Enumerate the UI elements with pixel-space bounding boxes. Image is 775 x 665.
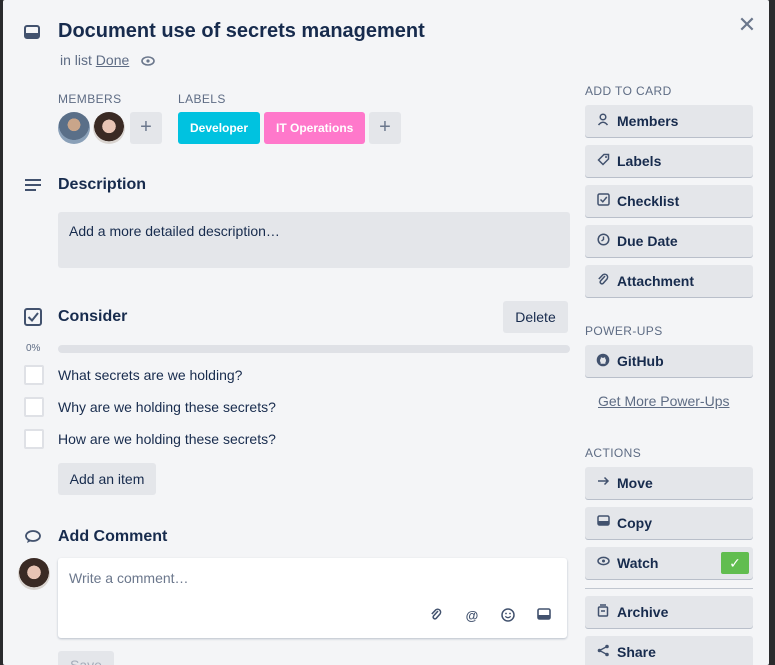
- sidebar-button-label: Checklist: [617, 193, 680, 209]
- checklist-icon: [596, 193, 610, 207]
- sidebar-button-label: Share: [617, 644, 656, 660]
- sidebar-attachment-button[interactable]: Attachment: [585, 265, 753, 297]
- person-icon: [596, 113, 610, 127]
- checklist-progress-percent: 0%: [26, 343, 41, 354]
- checklist-progress-bar: [58, 345, 570, 353]
- tag-icon: [596, 153, 610, 167]
- sidebar-github-button[interactable]: GitHub: [585, 345, 753, 377]
- mention-icon[interactable]: @: [464, 608, 480, 624]
- checklist-item-text[interactable]: Why are we holding these secrets?: [58, 399, 276, 415]
- card-reference-icon[interactable]: [536, 608, 552, 624]
- archive-icon: [596, 604, 610, 618]
- checklist-item-text[interactable]: What secrets are we holding?: [58, 367, 242, 383]
- sidebar-move-button[interactable]: Move: [585, 467, 753, 499]
- avatar[interactable]: [58, 112, 90, 144]
- save-comment-button[interactable]: Save: [58, 651, 114, 665]
- avatar: [18, 558, 50, 590]
- card-title[interactable]: Document use of secrets management: [58, 20, 425, 43]
- eye-icon: [596, 555, 610, 569]
- description-heading: Description: [58, 176, 147, 193]
- checklist-item: How are we holding these secrets?: [24, 429, 564, 451]
- add-member-button[interactable]: +: [130, 112, 162, 144]
- card-icon: [596, 515, 610, 529]
- checklist-item: Why are we holding these secrets?: [24, 397, 564, 419]
- sidebar-button-label: Archive: [617, 604, 669, 620]
- card-detail-modal: ✕ Document use of secrets management in …: [3, 0, 769, 665]
- add-comment-heading: Add Comment: [58, 528, 168, 545]
- sidebar-share-button[interactable]: Share: [585, 636, 753, 665]
- description-icon: [24, 177, 42, 198]
- sidebar-members-button[interactable]: Members: [585, 105, 753, 137]
- attachment-icon[interactable]: [428, 608, 444, 624]
- sidebar-button-label: Due Date: [617, 233, 678, 249]
- checklist-item: What secrets are we holding?: [24, 365, 564, 387]
- comment-icon: [25, 530, 41, 549]
- sidebar-labels-button[interactable]: Labels: [585, 145, 753, 177]
- actions-heading: ACTIONS: [585, 446, 642, 460]
- in-list-prefix: in list: [60, 52, 92, 68]
- delete-checklist-button[interactable]: Delete: [503, 301, 568, 333]
- description-field[interactable]: Add a more detailed description…: [58, 212, 570, 268]
- close-icon[interactable]: ✕: [736, 14, 758, 36]
- checklist-item-checkbox[interactable]: [24, 429, 44, 449]
- labels-heading: LABELS: [178, 92, 226, 106]
- sidebar-button-label: Watch: [617, 555, 659, 571]
- board-backdrop-right: [769, 0, 775, 665]
- github-icon: [596, 353, 610, 367]
- sidebar-due-date-button[interactable]: Due Date: [585, 225, 753, 257]
- list-name-link[interactable]: Done: [96, 52, 129, 68]
- members-heading: MEMBERS: [58, 92, 122, 106]
- emoji-icon[interactable]: [500, 608, 516, 624]
- sidebar-button-label: Attachment: [617, 273, 695, 289]
- get-more-power-ups-link[interactable]: Get More Power-Ups: [598, 393, 729, 409]
- avatar[interactable]: [93, 112, 125, 144]
- sidebar-copy-button[interactable]: Copy: [585, 507, 753, 539]
- sidebar-checklist-button[interactable]: Checklist: [585, 185, 753, 217]
- sidebar-button-label: GitHub: [617, 353, 664, 369]
- label-developer[interactable]: Developer: [178, 112, 261, 144]
- sidebar-archive-button[interactable]: Archive: [585, 596, 753, 628]
- watching-eye-icon: [141, 53, 155, 71]
- add-checklist-item-button[interactable]: Add an item: [58, 463, 156, 495]
- arrow-right-icon: [596, 475, 610, 489]
- sidebar-button-label: Labels: [617, 153, 662, 169]
- actions-divider: [585, 588, 753, 589]
- attachment-icon: [596, 273, 610, 287]
- watch-active-check-icon: ✓: [721, 552, 749, 574]
- add-label-button[interactable]: +: [369, 112, 401, 144]
- share-icon: [596, 644, 610, 658]
- clock-icon: [596, 233, 610, 247]
- checklist-title[interactable]: Consider: [58, 308, 127, 326]
- checklist-item-checkbox[interactable]: [24, 397, 44, 417]
- sidebar-button-label: Members: [617, 113, 679, 129]
- comment-input[interactable]: Write a comment… @: [58, 558, 567, 638]
- comment-placeholder: Write a comment…: [69, 570, 189, 586]
- add-to-card-heading: ADD TO CARD: [585, 84, 672, 98]
- in-list-text: in list Done: [60, 52, 129, 68]
- sidebar-button-label: Move: [617, 475, 653, 491]
- power-ups-heading: POWER-UPS: [585, 324, 663, 338]
- card-icon: [24, 25, 40, 44]
- checklist-item-checkbox[interactable]: [24, 365, 44, 385]
- sidebar-button-label: Copy: [617, 515, 652, 531]
- checklist-icon: [24, 308, 42, 331]
- label-it-operations[interactable]: IT Operations: [264, 112, 366, 144]
- sidebar-watch-button[interactable]: Watch ✓: [585, 547, 753, 579]
- checklist-item-text[interactable]: How are we holding these secrets?: [58, 431, 276, 447]
